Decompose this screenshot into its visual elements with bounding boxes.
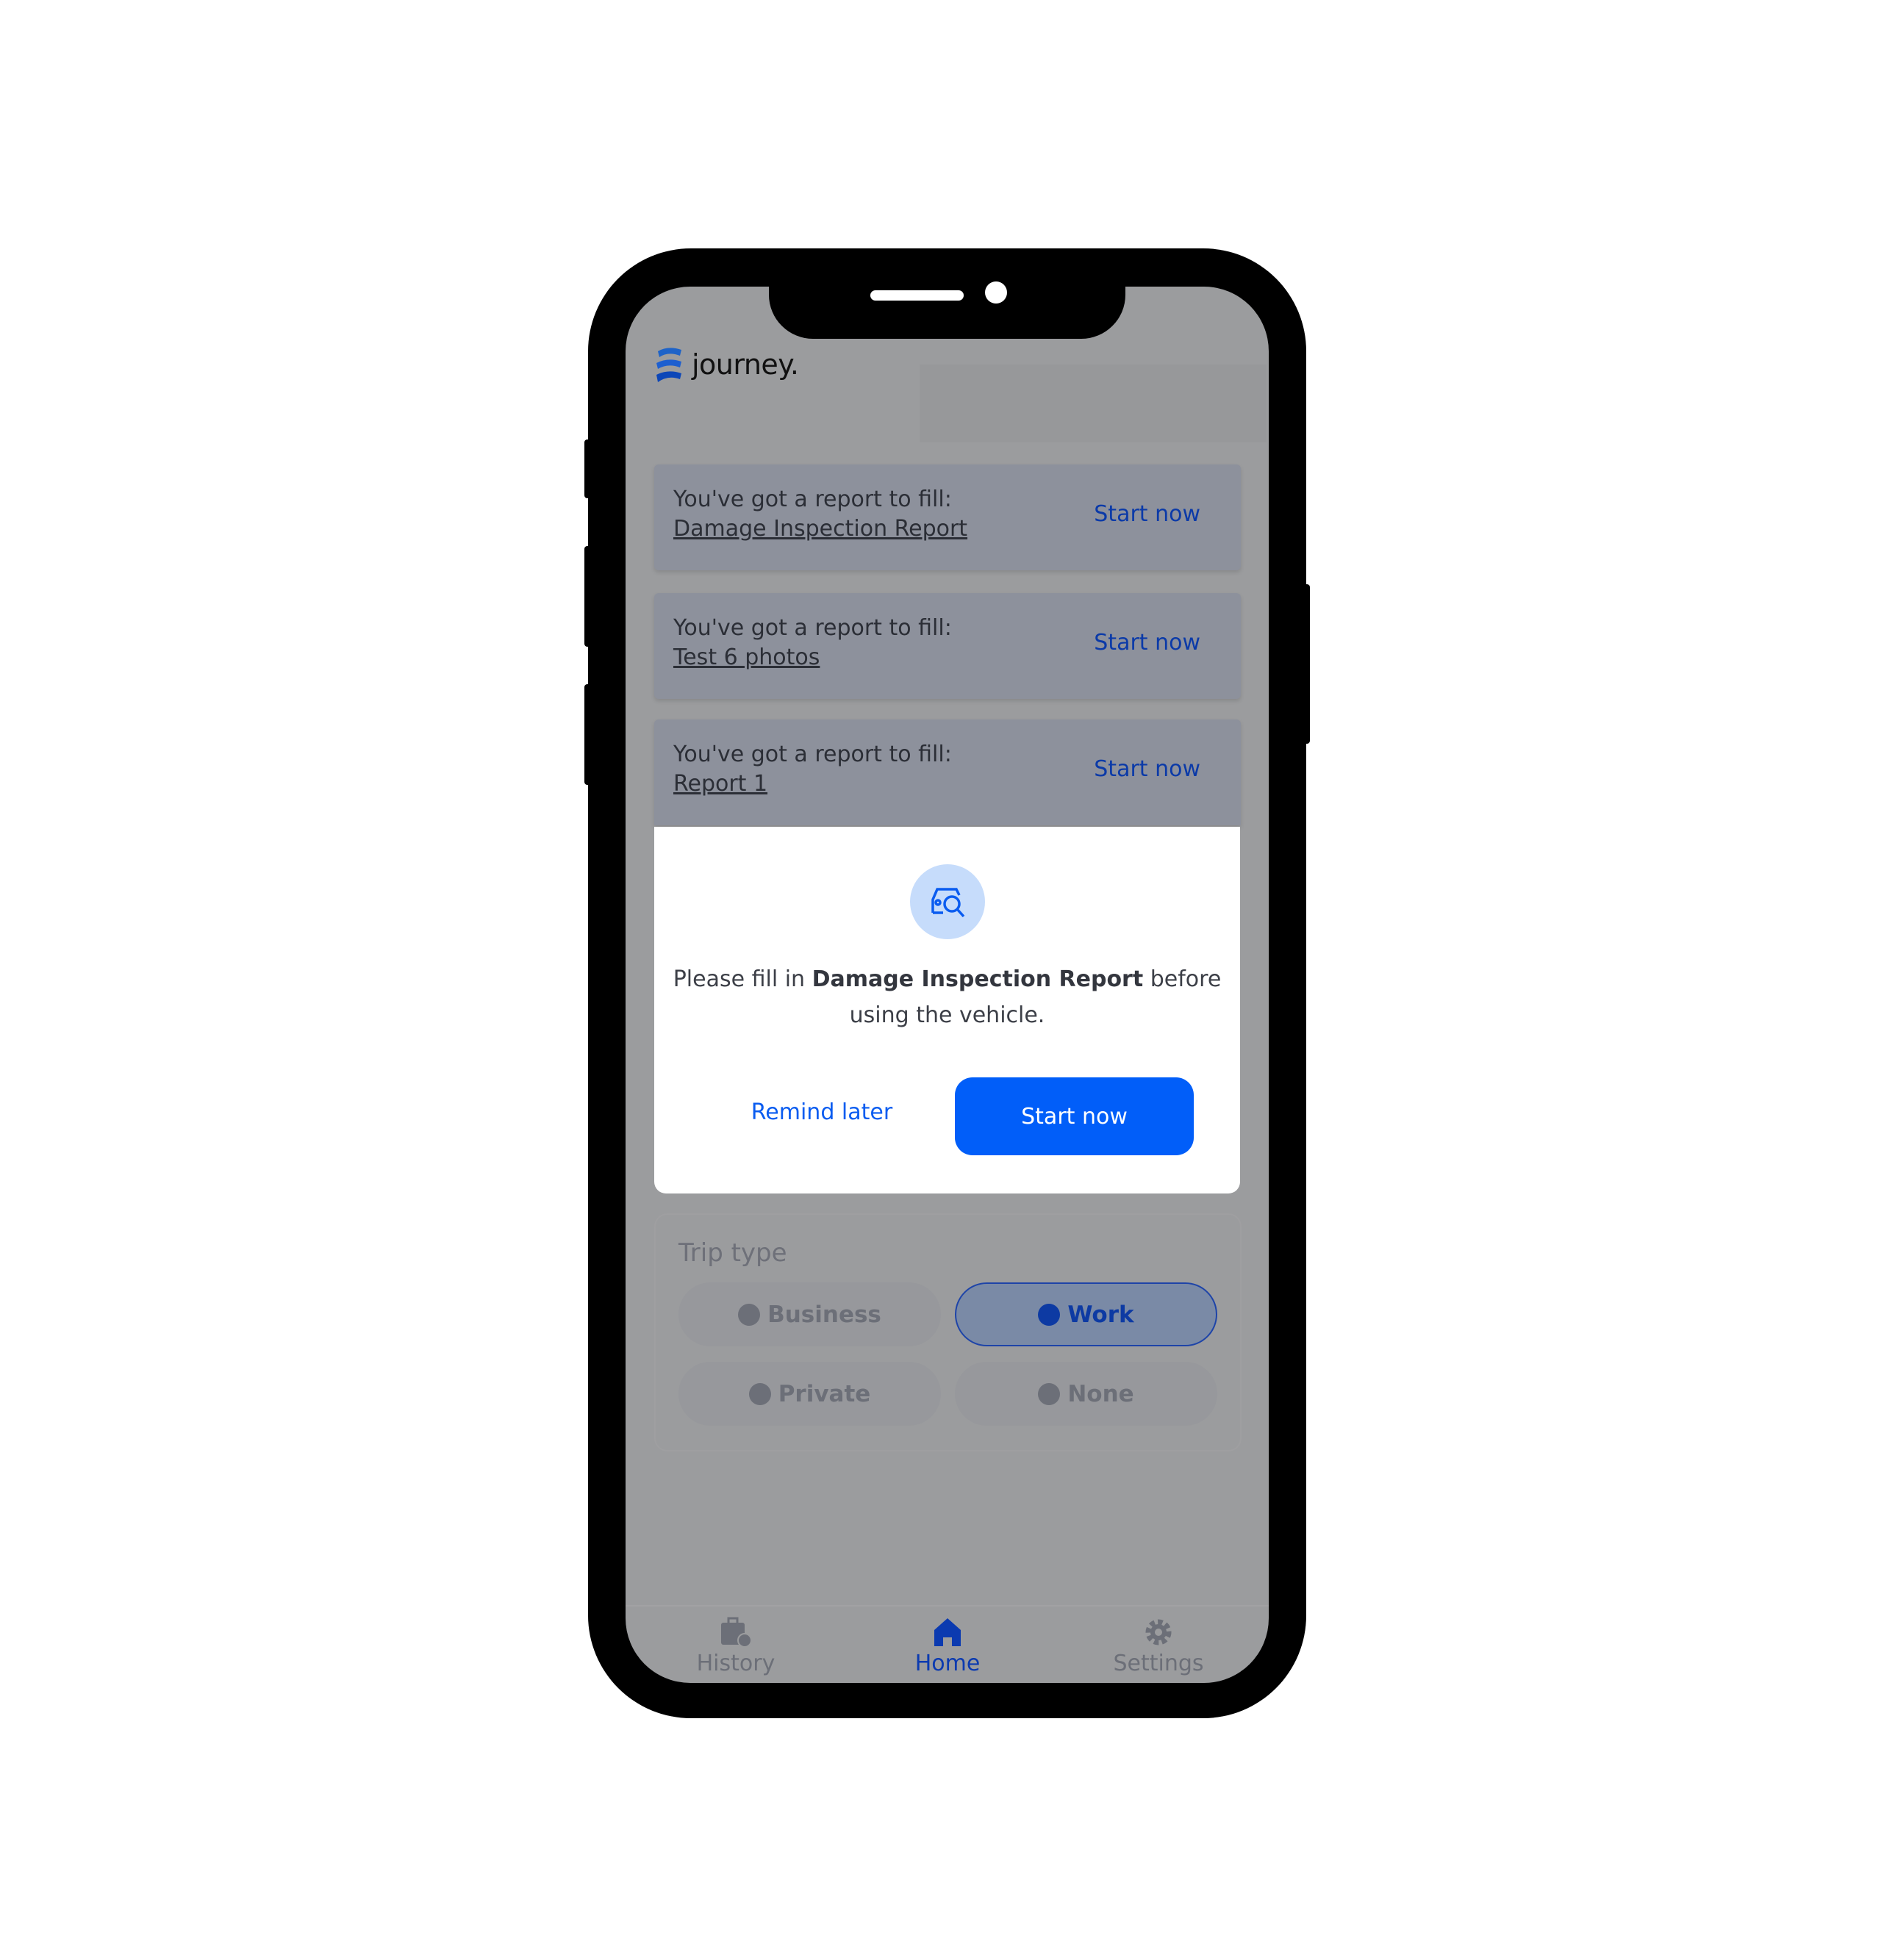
nav-home[interactable]: Home: [874, 1617, 1021, 1676]
pill-label: Work: [1067, 1301, 1134, 1328]
nav-label: Settings: [1113, 1651, 1204, 1676]
report-prompt: You've got a report to fill:: [673, 615, 952, 641]
start-now-link[interactable]: Start now: [1094, 756, 1200, 782]
pill-label: Private: [778, 1380, 871, 1407]
report-link[interactable]: Report 1: [673, 771, 767, 797]
mute-switch: [584, 439, 592, 498]
lock-icon: [748, 1382, 771, 1405]
logo-text: journey.: [692, 348, 799, 381]
speaker: [870, 290, 964, 301]
nav-settings[interactable]: Settings: [1085, 1617, 1232, 1676]
nav-label: History: [696, 1651, 776, 1676]
nav-history[interactable]: History: [662, 1617, 809, 1676]
report-link[interactable]: Test 6 photos: [673, 645, 820, 670]
car-inspection-icon: [910, 864, 985, 939]
dialog-message: Please fill in Damage Inspection Report …: [662, 961, 1233, 1033]
report-card[interactable]: You've got a report to fill: Damage Insp…: [654, 464, 1241, 570]
pill-label: Business: [767, 1301, 881, 1328]
report-link[interactable]: Damage Inspection Report: [673, 516, 967, 542]
gear-icon: [1145, 1619, 1172, 1645]
trip-type-none[interactable]: None: [955, 1362, 1217, 1426]
message-report-name: Damage Inspection Report: [812, 966, 1144, 992]
trip-type-business[interactable]: Business: [678, 1282, 941, 1346]
volume-down-button: [584, 684, 592, 785]
bottom-nav-divider: [626, 1605, 1269, 1607]
pill-label: None: [1067, 1380, 1134, 1407]
start-now-button[interactable]: Start now: [955, 1077, 1194, 1155]
nav-label: Home: [914, 1651, 981, 1676]
home-icon: [934, 1618, 961, 1646]
header-placeholder: [920, 365, 1267, 442]
start-now-link[interactable]: Start now: [1094, 630, 1200, 656]
report-card[interactable]: You've got a report to fill: Test 6 phot…: [654, 593, 1241, 699]
remind-later-button[interactable]: Remind later: [728, 1099, 916, 1125]
block-icon: [1038, 1382, 1061, 1405]
report-prompt: You've got a report to fill:: [673, 742, 952, 767]
trip-type-private[interactable]: Private: [678, 1362, 941, 1426]
start-now-link[interactable]: Start now: [1094, 501, 1200, 527]
power-button: [1303, 584, 1310, 744]
trip-type-work[interactable]: Work: [955, 1282, 1217, 1346]
volume-up-button: [584, 546, 592, 647]
building-icon: [1038, 1303, 1061, 1326]
app-logo: journey.: [653, 345, 799, 384]
camera: [985, 281, 1007, 304]
history-icon: [721, 1617, 752, 1648]
report-card[interactable]: You've got a report to fill: Report 1 St…: [654, 719, 1241, 825]
report-prompt: You've got a report to fill:: [673, 487, 952, 512]
notch: [769, 279, 1125, 339]
briefcase-icon: [738, 1303, 761, 1326]
message-text: Please fill in: [673, 966, 812, 992]
trip-type-title: Trip type: [678, 1238, 787, 1268]
journey-logo-icon: [656, 348, 681, 382]
